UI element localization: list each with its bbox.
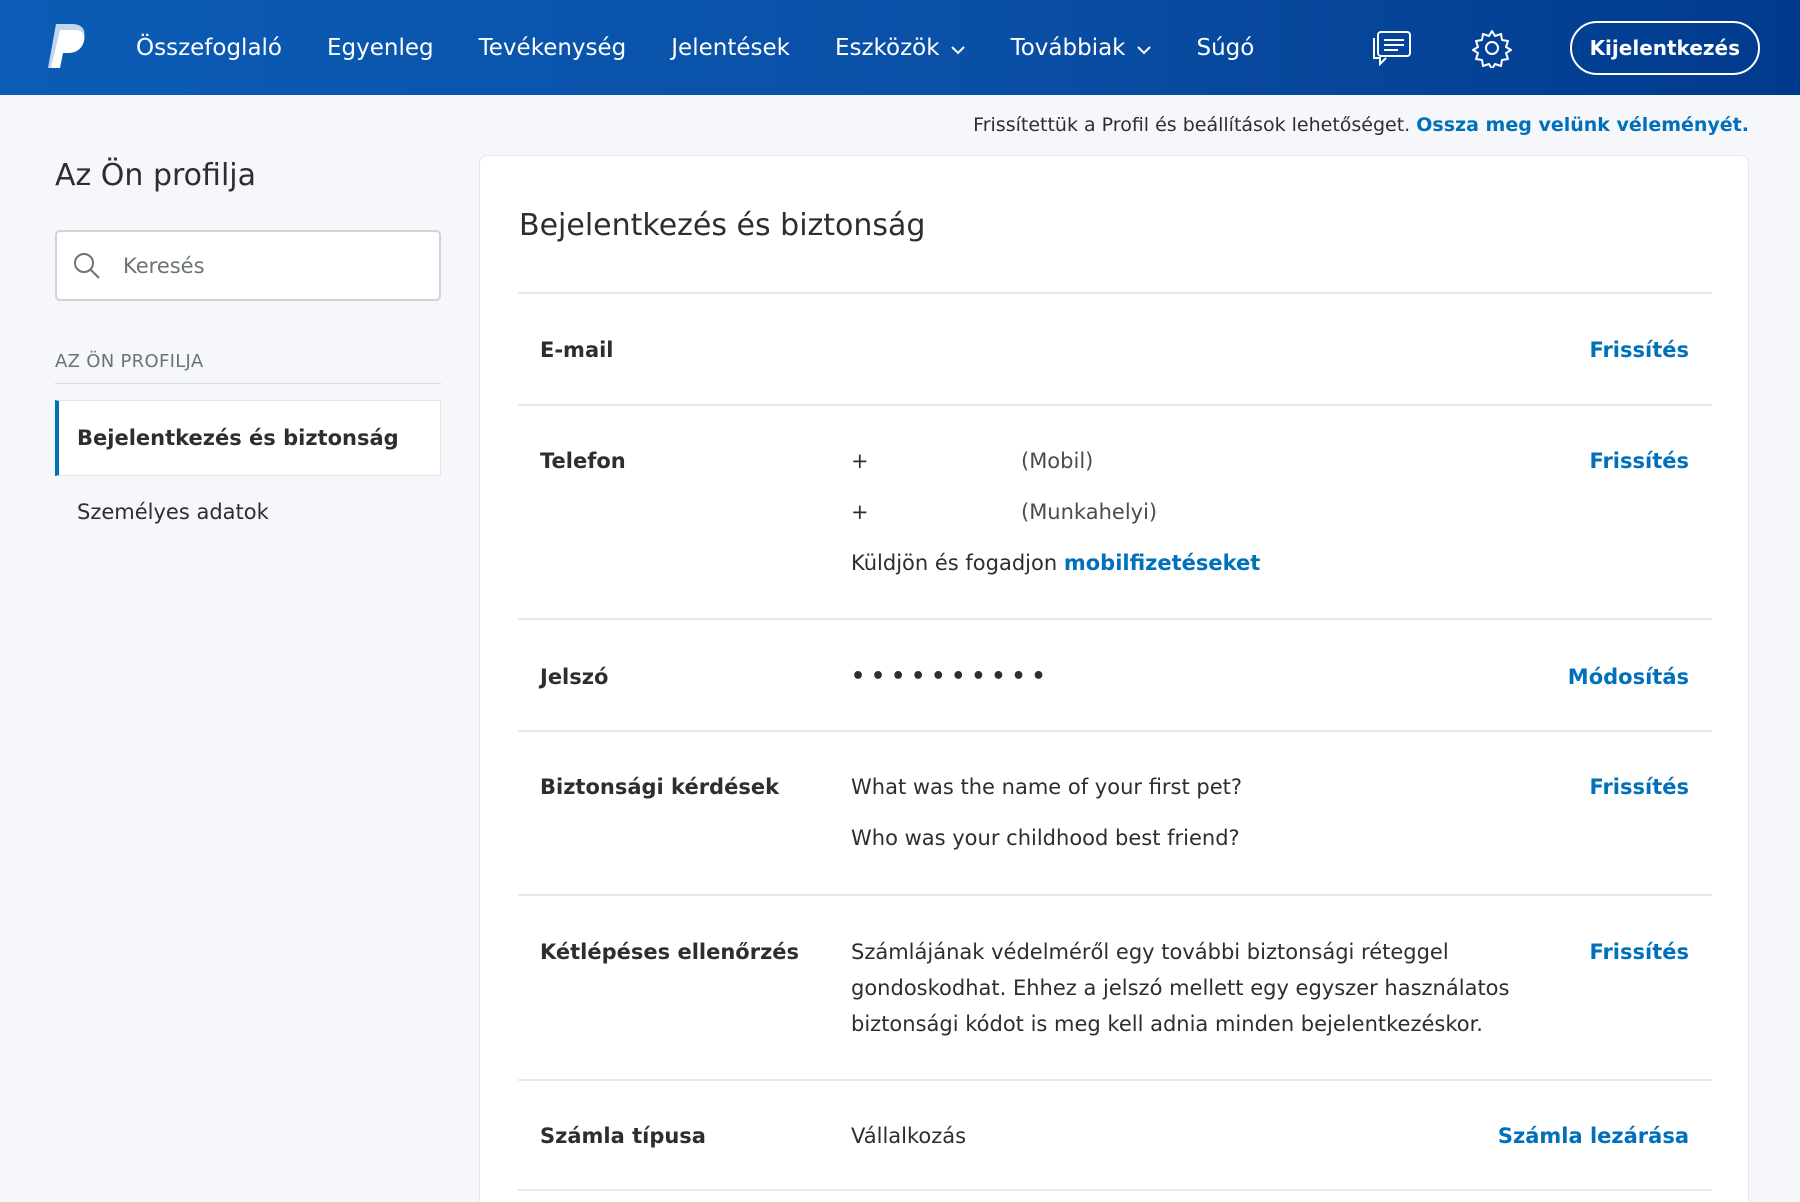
nav-item-balance[interactable]: Egyenleg [327,35,434,61]
nav-item-summary[interactable]: Összefoglaló [136,35,282,61]
phone-work: + (Munkahelyi) [851,494,1551,545]
phone-row: Telefon + (Mobil) + (Munkahelyi) Küldjön… [518,404,1712,618]
message-center-icon[interactable] [1370,26,1414,70]
feedback-text: Frissítettük a Profil és beállítások leh… [973,114,1411,136]
mobile-payments-link[interactable]: mobilfizetéseket [1064,551,1260,575]
account-type-value: Vállalkozás [851,1124,967,1148]
sidebar-item-label: Bejelentkezés és biztonság [77,426,399,450]
main-nav: Összefoglaló Egyenleg Tevékenység Jelent… [136,0,1299,95]
logout-button[interactable]: Kijelentkezés [1569,20,1760,75]
phone-mobile: + (Mobil) [851,443,1551,494]
search-input[interactable] [123,253,423,278]
chevron-down-icon [1136,35,1152,61]
phone-label: Telefon [540,449,626,473]
chevron-down-icon [950,35,966,61]
nav-label: Tevékenység [478,34,627,61]
phone-prefix: + [851,500,869,524]
feedback-notice: Frissítettük a Profil és beállítások leh… [973,114,1749,136]
two-step-text-line: Számlájának védelméről egy további bizto… [851,940,1449,964]
nav-item-reports[interactable]: Jelentések [671,35,790,61]
nav-item-help[interactable]: Súgó [1197,35,1255,61]
feedback-link[interactable]: Ossza meg velünk véleményét. [1416,114,1749,136]
paypal-logo[interactable] [48,22,88,70]
nav-label: Jelentések [671,34,790,61]
nav-item-activity[interactable]: Tevékenység [479,35,627,61]
phone-type-work: (Munkahelyi) [1021,500,1158,524]
mobile-payments-line: Küldjön és fogadjon mobilfizetéseket [851,545,1551,596]
sidebar-title: Az Ön profilja [55,158,256,193]
password-label: Jelszó [540,665,609,689]
phone-prefix: + [851,449,869,473]
phone-type-mobile: (Mobil) [1021,449,1094,473]
password-row: Jelszó •••••••••• Módosítás [518,618,1712,730]
nav-label: Eszközök [834,34,940,61]
security-question-1: What was the name of your first pet? [851,775,1243,799]
sidebar-section-label: AZ ÖN PROFILJA [55,351,204,372]
nav-item-more[interactable]: Továbbiak [1011,35,1152,61]
password-change-link[interactable]: Módosítás [1568,665,1689,689]
nav-label: Egyenleg [327,34,434,61]
email-label: E-mail [540,338,614,362]
security-question-2: Who was your childhood best friend? [851,826,1240,850]
security-card: Bejelentkezés és biztonság E-mail Frissí… [479,155,1749,1202]
sidebar-item-login-security[interactable]: Bejelentkezés és biztonság [55,400,441,476]
two-step-label: Kétlépéses ellenőrzés [540,940,800,964]
security-questions-update-link[interactable]: Frissítés [1589,775,1689,799]
password-value: •••••••••• [851,664,1052,689]
account-type-label: Számla típusa [540,1124,706,1148]
two-step-description: Számlájának védelméről egy további bizto… [851,934,1531,1042]
security-questions-values: What was the name of your first pet? Who… [851,769,1551,871]
search-box [55,230,441,301]
security-questions-label: Biztonsági kérdések [540,775,780,799]
email-value [851,332,1011,368]
divider [55,383,441,384]
two-step-text-line: biztonsági kódot is meg kell adnia minde… [851,1012,1483,1036]
nav-label: Összefoglaló [136,34,283,61]
two-step-row: Kétlépéses ellenőrzés Számlájának védelm… [518,894,1712,1079]
security-questions-row: Biztonsági kérdések What was the name of… [518,730,1712,894]
two-step-text-line: gondoskodhat. Ehhez a jelszó mellett egy… [851,976,1510,1000]
email-update-link[interactable]: Frissítés [1589,338,1689,362]
top-navigation-bar: Összefoglaló Egyenleg Tevékenység Jelent… [0,0,1800,95]
close-account-link[interactable]: Számla lezárása [1498,1124,1689,1148]
sidebar-item-personal-info[interactable]: Személyes adatok [77,500,269,524]
phone-values: + (Mobil) + (Munkahelyi) Küldjön és foga… [851,443,1551,596]
account-type-row: Számla típusa Vállalkozás Számla lezárás… [518,1079,1712,1191]
header-actions: Kijelentkezés [1370,0,1760,95]
two-step-update-link[interactable]: Frissítés [1589,940,1689,964]
sidebar-item-label: Személyes adatok [77,500,269,524]
page-title: Bejelentkezés és biztonság [519,208,926,243]
phone-update-link[interactable]: Frissítés [1589,449,1689,473]
search-icon [71,250,103,282]
nav-item-tools[interactable]: Eszközök [835,35,966,61]
nav-label: Továbbiak [1010,34,1126,61]
gear-icon[interactable] [1470,26,1514,70]
mobile-payments-text: Küldjön és fogadjon [851,551,1058,575]
nav-label: Súgó [1196,34,1255,61]
email-row: E-mail Frissítés [518,292,1712,404]
